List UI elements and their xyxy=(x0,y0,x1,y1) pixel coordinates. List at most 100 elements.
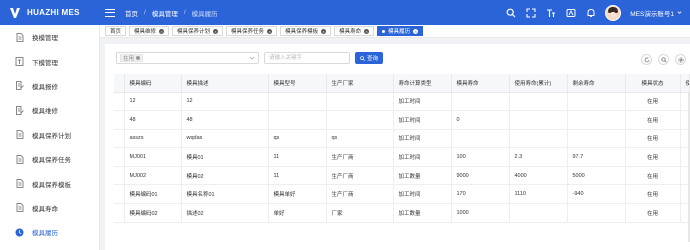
column-header-mold-code[interactable]: 模具编码 xyxy=(124,74,182,93)
breadcrumb: 首页 / 模具管理 / 模具履历 xyxy=(125,8,218,18)
tab-label: 模具维修 xyxy=(134,29,157,35)
table-cell xyxy=(114,166,125,186)
chip-close-icon[interactable] xyxy=(136,56,141,60)
close-icon[interactable]: × xyxy=(267,28,273,34)
table-cell: 厂家 xyxy=(326,203,394,223)
table-cell: 加工时间 xyxy=(393,129,452,149)
table-cell: wqdas xyxy=(181,129,269,149)
search-toggle-button[interactable] xyxy=(658,54,669,65)
column-header-mold-status[interactable]: 模具状态 xyxy=(625,74,681,93)
table-cell: 9000 xyxy=(451,166,510,186)
username: MES演示账号1 xyxy=(630,10,674,18)
sidebar-item-mold-change[interactable]: 换模管理 xyxy=(0,25,99,49)
sidebar-item-label: 模具保养任务 xyxy=(32,157,71,165)
table-cell xyxy=(114,110,125,130)
edit-doc-icon xyxy=(15,81,24,91)
search-icon[interactable] xyxy=(505,7,516,18)
menu-toggle-icon[interactable] xyxy=(105,8,115,17)
font-size-icon[interactable] xyxy=(545,7,556,18)
doc-icon xyxy=(15,32,24,42)
app-logo-text: HUAZHI MES xyxy=(27,8,80,17)
table-cell xyxy=(114,92,125,112)
close-icon[interactable]: × xyxy=(364,28,370,34)
column-header-mold-model[interactable]: 模具型号 xyxy=(268,74,327,93)
table-row[interactable]: asszs wqdas qs qs 加工时间 在用 xyxy=(114,129,690,149)
column-header-used-life[interactable]: 使用寿命(累计) xyxy=(509,74,568,93)
sidebar-item-mold-report-repair[interactable]: 模具报修 xyxy=(0,74,99,98)
close-icon[interactable]: × xyxy=(213,28,219,34)
sidebar-item-mold-history[interactable]: 模具履历 xyxy=(0,220,99,244)
avatar[interactable] xyxy=(605,4,622,21)
top-bar: HUAZHI MES 首页 / 模具管理 / 模具履历 MES演示账号1 xyxy=(0,0,690,25)
table-cell: 48 xyxy=(124,110,182,130)
sidebar-item-label: 模具履历 xyxy=(32,230,58,238)
user-menu[interactable]: MES演示账号1 xyxy=(630,8,682,18)
sidebar-item-label: 模具寿命 xyxy=(32,205,58,213)
table-cell: 4000 xyxy=(509,166,568,186)
table-row[interactable]: 12 12 加工时间 在用 xyxy=(114,92,690,112)
table-row[interactable]: 48 48 加工时间 0 在用 xyxy=(114,110,690,130)
tab-maintenance-plan[interactable]: 模具保养计划 × xyxy=(172,26,224,36)
query-button-label: 查询 xyxy=(367,56,379,62)
status-select[interactable]: 在用 xyxy=(116,52,259,64)
table-cell: qs xyxy=(268,129,327,149)
sidebar-item-mold-repair[interactable]: 模具维修 xyxy=(0,98,99,122)
column-header-life-calc-type[interactable]: 寿命计算类型 xyxy=(393,74,452,93)
table-row[interactable]: 模具编码02 描述02 单好 厂家 加工数量 1000 在用 xyxy=(114,203,690,223)
table-cell: 加工时间 xyxy=(393,110,452,130)
column-header-truncated: 使 xyxy=(680,74,690,93)
table-cell: 12 xyxy=(181,92,269,112)
column-header xyxy=(114,74,125,93)
sidebar-item-maintenance-plan[interactable]: 模具保养计划 xyxy=(0,123,99,147)
table-cell xyxy=(268,92,327,112)
sidebar-item-label: 换模管理 xyxy=(32,35,58,43)
fullscreen-icon[interactable] xyxy=(525,7,536,18)
keyword-search-input[interactable] xyxy=(264,52,350,64)
table-cell: 11 xyxy=(268,147,327,167)
breadcrumb-home[interactable]: 首页 xyxy=(125,8,138,18)
query-button[interactable]: 查询 xyxy=(355,52,384,64)
column-header-remaining-life[interactable]: 剩余寿命 xyxy=(567,74,626,93)
close-icon[interactable]: × xyxy=(159,28,165,34)
active-dot-icon xyxy=(382,29,386,33)
table-row[interactable]: 模具编码01 模具名称01 模具单好 生产厂商 加工时间 170 1110 -9… xyxy=(114,184,690,205)
table-row[interactable]: MJ001 模具01 11 生产厂商 加工时间 100 2.3 97.7 在用 xyxy=(114,147,690,167)
table-cell xyxy=(509,129,568,149)
table-cell: 48 xyxy=(181,110,269,130)
close-icon[interactable]: × xyxy=(321,28,327,34)
refresh-button[interactable] xyxy=(641,54,652,65)
table-row[interactable]: MJ002 模具02 11 生产厂商 加工数量 9000 4000 5000 在… xyxy=(114,166,690,186)
mold-history-table: 模具编码 模具描述 模具型号 生产厂家 寿命计算类型 模具寿命 使用寿命(累计)… xyxy=(114,74,690,223)
table-cell: 生产厂商 xyxy=(326,147,394,167)
tab-mold-history[interactable]: 模具履历 × xyxy=(377,26,424,36)
sidebar-item-mold-unload[interactable]: 下模管理 xyxy=(0,49,99,73)
sidebar: 换模管理 下模管理 模具报修 模具维修 模具保养计划 模具保养任务 模具保养模板… xyxy=(0,25,100,250)
translate-icon[interactable] xyxy=(565,7,576,18)
table-cell xyxy=(114,129,125,149)
tab-label: 模具寿命 xyxy=(339,29,362,35)
app-logo[interactable]: HUAZHI MES xyxy=(0,0,100,25)
table-cell: 1000 xyxy=(451,203,510,223)
settings-button[interactable] xyxy=(675,54,686,65)
breadcrumb-section[interactable]: 模具管理 xyxy=(152,8,178,18)
sidebar-item-maintenance-template[interactable]: 模具保养模板 xyxy=(0,171,99,195)
table-cell: qs xyxy=(326,129,394,149)
tab-home[interactable]: 首页 xyxy=(105,26,127,36)
doc-icon xyxy=(15,179,24,188)
column-header-manufacturer[interactable]: 生产厂家 xyxy=(326,74,394,93)
sidebar-item-mold-lifespan[interactable]: 模具寿命 xyxy=(0,196,99,220)
tab-mold-repair[interactable]: 模具维修 × xyxy=(129,26,170,36)
breadcrumb-separator: / xyxy=(144,9,146,16)
status-chip[interactable]: 在用 xyxy=(120,54,144,62)
close-icon[interactable]: × xyxy=(413,28,419,34)
column-header-mold-life[interactable]: 模具寿命 xyxy=(451,74,510,93)
sidebar-item-maintenance-task[interactable]: 模具保养任务 xyxy=(0,147,99,171)
tab-maintenance-template[interactable]: 模具保养模板 × xyxy=(280,26,332,36)
table-cell: asszs xyxy=(124,129,182,149)
bell-icon[interactable] xyxy=(585,7,596,18)
tab-maintenance-task[interactable]: 模具保养任务 × xyxy=(226,26,278,36)
tab-mold-lifespan[interactable]: 模具寿命 × xyxy=(334,26,375,36)
table-cell xyxy=(567,129,626,149)
column-header-mold-desc[interactable]: 模具描述 xyxy=(181,74,269,93)
breadcrumb-separator: / xyxy=(183,9,186,16)
